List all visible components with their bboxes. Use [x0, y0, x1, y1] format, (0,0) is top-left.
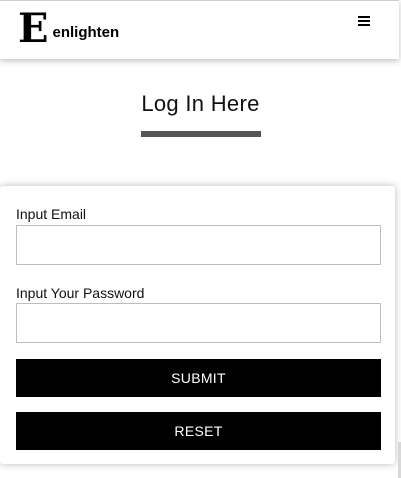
menu-bar	[358, 16, 370, 18]
login-form: Input Email Input Your Password SUBMIT R…	[0, 186, 395, 464]
submit-button[interactable]: SUBMIT	[16, 359, 381, 397]
navbar: E enlighten	[0, 0, 399, 59]
email-field[interactable]	[16, 225, 381, 265]
login-page: E enlighten Log In Here Input Email Inpu…	[0, 0, 401, 478]
menu-bar	[358, 20, 370, 22]
title-underline	[140, 131, 261, 137]
email-label: Input Email	[16, 206, 87, 222]
page-title: Log In Here	[141, 91, 260, 116]
brand-logo[interactable]: E enlighten	[18, 9, 119, 49]
hero-section: Log In Here	[0, 59, 401, 185]
hamburger-menu-icon[interactable]	[358, 13, 374, 29]
reset-button[interactable]: RESET	[16, 412, 381, 450]
menu-bar	[358, 24, 370, 26]
password-label: Input Your Password	[16, 285, 145, 301]
password-field[interactable]	[16, 303, 381, 343]
logo-mark: E	[18, 5, 49, 52]
brand-name: enlighten	[52, 23, 120, 41]
